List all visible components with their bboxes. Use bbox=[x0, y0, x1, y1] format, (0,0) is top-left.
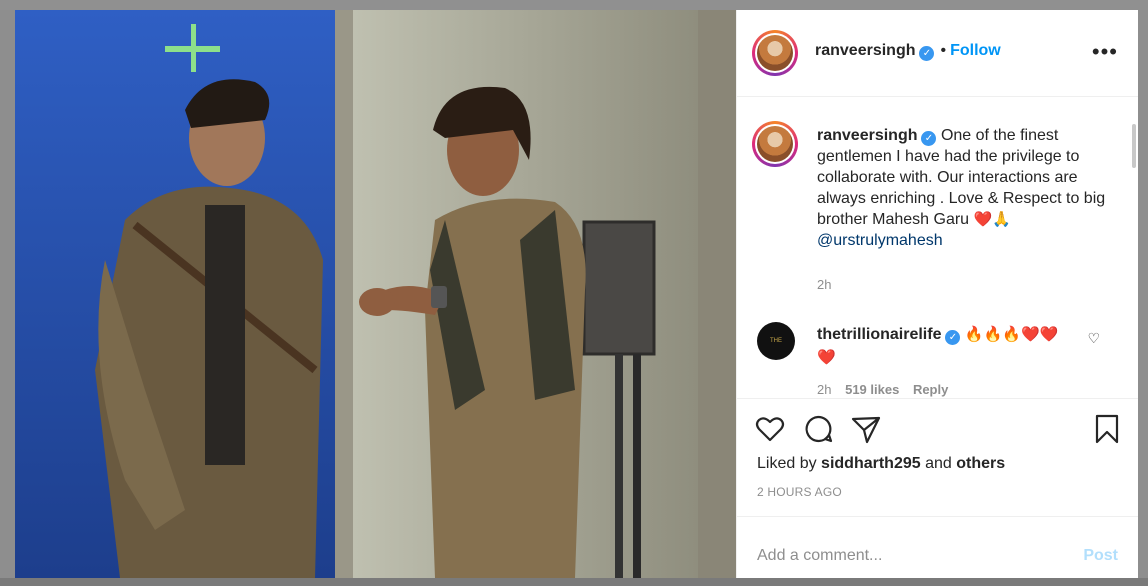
page-backdrop bbox=[0, 0, 1148, 10]
post-photo-illustration bbox=[15, 10, 736, 578]
like-heart-icon[interactable] bbox=[754, 413, 786, 445]
liked-by-summary: Liked by siddharth295 and others bbox=[757, 455, 1005, 473]
share-paper-plane-icon[interactable] bbox=[850, 413, 882, 445]
liked-by-and: and bbox=[925, 455, 952, 472]
follow-button[interactable]: Follow bbox=[950, 42, 1001, 59]
comment-composer: Add a comment... Post bbox=[737, 516, 1138, 579]
caption-username[interactable]: ranveersingh bbox=[817, 127, 917, 144]
post-comment-button[interactable]: Post bbox=[1083, 547, 1118, 565]
comment-like-icon[interactable]: ♡ bbox=[1087, 330, 1100, 347]
caption-time[interactable]: 2h bbox=[817, 277, 831, 292]
caption-avatar[interactable] bbox=[752, 121, 798, 167]
comment-likes[interactable]: 519 likes bbox=[845, 382, 899, 397]
commenter-avatar[interactable]: THE TRILLIONAIRE LIFE bbox=[757, 322, 795, 360]
liked-by-user-link[interactable]: siddharth295 bbox=[821, 455, 921, 472]
header-separator: • bbox=[940, 42, 947, 59]
comment-meta: 2h 519 likes Reply bbox=[817, 382, 948, 397]
verified-badge-icon: ✓ bbox=[945, 330, 961, 345]
verified-badge-icon: ✓ bbox=[921, 131, 937, 146]
reply-button[interactable]: Reply bbox=[913, 382, 948, 397]
save-bookmark-icon[interactable] bbox=[1091, 413, 1123, 445]
post-timestamp[interactable]: 2 HOURS AGO bbox=[757, 485, 842, 499]
liked-by-others-link[interactable]: others bbox=[956, 455, 1005, 472]
comment-item: thetrillionairelife ✓ 🔥🔥🔥❤️❤️❤️ bbox=[817, 323, 1067, 369]
author-avatar[interactable] bbox=[752, 30, 798, 76]
caption-mention-link[interactable]: @urstrulymahesh bbox=[817, 232, 943, 249]
comments-section[interactable]: ranveersingh ✓ One of the finest gentleme… bbox=[737, 97, 1138, 397]
comment-bubble-icon[interactable] bbox=[802, 413, 834, 445]
caption-text: ranveersingh ✓ One of the finest gentleme… bbox=[817, 125, 1112, 251]
commenter-username[interactable]: thetrillionairelife bbox=[817, 326, 941, 343]
commenter-avatar-logo: THE TRILLIONAIRE LIFE bbox=[770, 338, 782, 344]
comment-time[interactable]: 2h bbox=[817, 382, 831, 397]
page-backdrop-bottom bbox=[0, 578, 1148, 586]
comments-scrollbar[interactable] bbox=[1132, 124, 1136, 168]
verified-badge-icon: ✓ bbox=[919, 46, 935, 61]
post-header: ranveersingh ✓ • Follow ••• bbox=[737, 10, 1138, 97]
post-actions: Liked by siddharth295 and others 2 HOURS… bbox=[737, 398, 1138, 517]
author-username[interactable]: ranveersingh bbox=[815, 42, 915, 59]
liked-by-prefix: Liked by bbox=[757, 455, 817, 472]
post-photo[interactable] bbox=[15, 10, 736, 578]
more-options-icon[interactable]: ••• bbox=[1092, 41, 1118, 63]
comment-input[interactable]: Add a comment... bbox=[757, 547, 882, 565]
post-panel: ranveersingh ✓ • Follow ••• ranveersingh ✓ O… bbox=[736, 10, 1138, 578]
caption-emojis: ❤️🙏 bbox=[973, 210, 1011, 228]
